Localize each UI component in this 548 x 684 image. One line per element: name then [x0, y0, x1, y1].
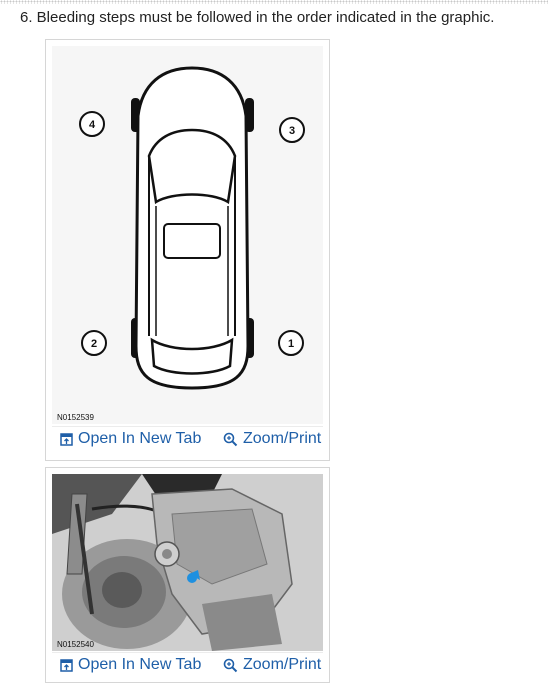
figure-bleeding-order: 4 3 2 1 N0152539 Open In New Tab Zoom/Pr… — [45, 39, 330, 461]
open-in-new-tab-label: Open In New Tab — [78, 656, 202, 673]
zoom-print-label: Zoom/Print — [243, 656, 322, 673]
figure-code: N0152540 — [57, 640, 94, 649]
step-instruction: 6. Bleeding steps must be followed in th… — [20, 9, 495, 26]
marker-2: 2 — [81, 330, 107, 356]
svg-text:3: 3 — [289, 125, 295, 137]
open-new-tab-icon — [60, 432, 73, 446]
vehicle-top-view-diagram: 4 3 2 1 — [52, 46, 323, 424]
zoom-print-label: Zoom/Print — [243, 430, 322, 447]
figure-code: N0152539 — [57, 413, 94, 422]
marker-1: 1 — [278, 330, 304, 356]
open-new-tab-icon — [60, 658, 73, 672]
marker-3: 3 — [279, 117, 305, 143]
figure-caliper-bleeder: N0152540 Open In New Tab Zoom/Print — [45, 467, 330, 683]
page-top-border — [0, 0, 548, 4]
vehicle-outline-graphic: 4 3 2 1 — [79, 66, 305, 390]
svg-text:1: 1 — [288, 338, 294, 350]
zoom-print-link[interactable]: Zoom/Print — [223, 430, 321, 448]
svg-text:4: 4 — [89, 119, 96, 131]
zoom-print-link[interactable]: Zoom/Print — [223, 656, 321, 674]
svg-text:2: 2 — [91, 338, 97, 350]
figure-actions: Open In New Tab Zoom/Print — [52, 426, 323, 453]
marker-4: 4 — [79, 111, 105, 137]
open-in-new-tab-link[interactable]: Open In New Tab — [60, 430, 201, 448]
magnifier-icon — [223, 658, 238, 672]
brake-caliper-photo — [52, 474, 323, 651]
open-in-new-tab-link[interactable]: Open In New Tab — [60, 656, 201, 674]
open-in-new-tab-label: Open In New Tab — [78, 430, 202, 447]
figure-actions: Open In New Tab Zoom/Print — [52, 652, 323, 679]
caliper-illustration — [52, 474, 323, 651]
magnifier-icon — [223, 432, 238, 446]
